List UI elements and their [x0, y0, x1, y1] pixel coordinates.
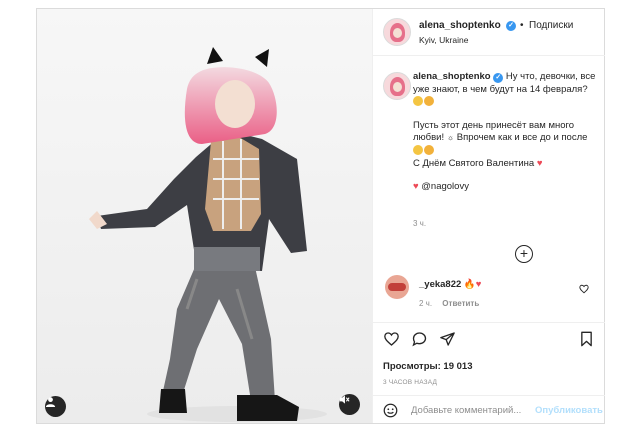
commenter-username[interactable]: _yeka822	[419, 279, 461, 290]
reply-button[interactable]: Ответить	[442, 299, 479, 308]
post-actions: Просмотры: 19 013 3 ЧАСОВ НАЗАД Добавьте…	[373, 322, 605, 423]
emoji-smile-icon[interactable]	[383, 403, 398, 418]
post-caption: alena_shoptenko ✓ Ну что, девочки, все у…	[413, 71, 601, 203]
comment-time[interactable]: 2 ч.	[419, 299, 432, 308]
views-count[interactable]: Просмотры: 19 013	[383, 361, 473, 372]
caption-verified-icon: ✓	[493, 73, 504, 83]
verified-badge-icon: ✓	[506, 21, 516, 31]
separator-dot: •	[520, 20, 524, 31]
commenter-avatar[interactable]	[385, 275, 409, 299]
post-video[interactable]	[37, 9, 372, 423]
publish-button[interactable]: Опубликовать	[535, 405, 603, 416]
comment-bubble-icon[interactable]	[411, 331, 428, 347]
load-more-comments-button[interactable]: +	[515, 245, 533, 263]
caption-line-2b: Впрочем как и все до и после	[454, 132, 588, 143]
caption-line-3: С Днём Святого Валентина	[413, 158, 535, 169]
following-button[interactable]: Подписки	[529, 20, 573, 31]
comment-body: 🔥♥	[463, 279, 482, 290]
muted-speaker-icon	[339, 395, 350, 404]
post-sidebar: alena_shoptenko ✓ • Подписки Kyiv, Ukrai…	[372, 9, 605, 423]
posted-time[interactable]: 3 ЧАСОВ НАЗАД	[383, 379, 437, 386]
save-bookmark-icon[interactable]	[579, 331, 594, 347]
caption-author-avatar[interactable]	[383, 72, 411, 100]
comment: _yeka822 🔥♥	[419, 279, 481, 290]
dancer-figure	[37, 9, 372, 423]
add-comment-bar: Добавьте комментарий... Опубликовать	[373, 395, 605, 424]
smile-emoji-icon-2	[424, 144, 434, 155]
grin-emoji-icon	[413, 96, 423, 106]
red-heart-icon: ♥	[536, 158, 543, 169]
like-heart-icon[interactable]	[383, 331, 400, 347]
post-location[interactable]: Kyiv, Ukraine	[419, 35, 468, 45]
comment-meta: 2 ч. Ответить	[419, 299, 487, 308]
caption-mention[interactable]: @nagolovy	[421, 181, 469, 192]
user-icon	[45, 397, 56, 407]
tagged-users-button[interactable]	[45, 396, 66, 417]
instagram-post-card: alena_shoptenko ✓ • Подписки Kyiv, Ukrai…	[36, 8, 605, 424]
author-avatar[interactable]	[383, 18, 411, 46]
grin-emoji-icon-2	[413, 144, 423, 155]
post-header: alena_shoptenko ✓ • Подписки Kyiv, Ukrai…	[373, 9, 605, 56]
comment-input[interactable]: Добавьте комментарий...	[411, 405, 521, 416]
sparkle-emoji-icon: ☼	[446, 133, 455, 142]
caption-time[interactable]: 3 ч.	[413, 219, 426, 228]
author-username[interactable]: alena_shoptenko	[419, 20, 501, 31]
mute-button[interactable]	[339, 394, 360, 415]
caption-username[interactable]: alena_shoptenko	[413, 71, 491, 82]
smile-emoji-icon	[424, 96, 434, 106]
share-paper-plane-icon[interactable]	[439, 331, 456, 347]
like-comment-heart-icon[interactable]	[579, 284, 589, 294]
red-heart-icon-2: ♥	[413, 180, 419, 192]
